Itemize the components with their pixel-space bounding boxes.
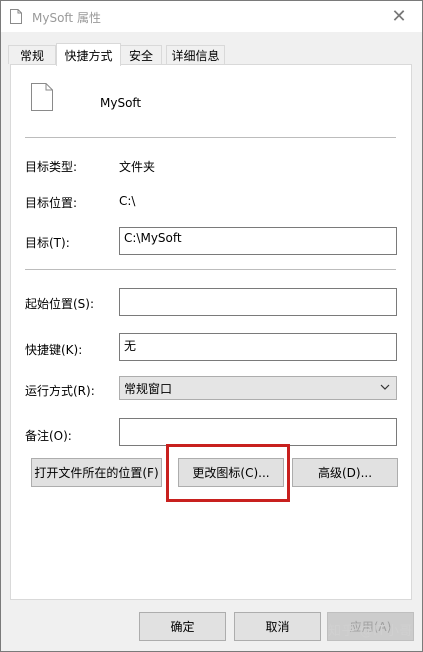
target-label: 目标(T): [25, 236, 70, 250]
target-field[interactable]: C:\MySoft [119, 227, 397, 255]
close-icon: ✕ [391, 6, 407, 27]
target-location-value: C:\ [119, 194, 136, 208]
change-icon-button[interactable]: 更改图标(C)... [178, 458, 284, 487]
run-select-value: 常规窗口 [124, 382, 173, 396]
button-label: 打开文件所在的位置(F) [34, 466, 159, 480]
file-icon [10, 9, 22, 24]
ok-button[interactable]: 确定 [139, 612, 226, 641]
tab-general[interactable]: 常规 [8, 45, 56, 64]
hotkey-field[interactable]: 无 [119, 333, 397, 361]
start-in-field[interactable] [119, 288, 397, 316]
shortcut-file-icon [31, 83, 53, 111]
watermark: 知乎 @IT小哥 [328, 624, 413, 639]
tab-shortcut[interactable]: 快捷方式 [56, 43, 121, 66]
advanced-button[interactable]: 高级(D)... [292, 458, 398, 487]
start-in-label: 起始位置(S): [25, 297, 95, 311]
tab-label: 详细信息 [171, 48, 220, 63]
open-file-location-button[interactable]: 打开文件所在的位置(F) [31, 458, 162, 487]
title-bar[interactable]: MySoft 属性 ✕ [1, 1, 422, 32]
button-label: 高级(D)... [317, 466, 373, 480]
comment-field[interactable] [119, 418, 397, 446]
close-button[interactable]: ✕ [376, 1, 422, 32]
chevron-down-icon [380, 381, 390, 391]
tab-label: 安全 [128, 48, 153, 63]
button-label: 确定 [170, 620, 195, 634]
button-label: 更改图标(C)... [192, 466, 270, 480]
properties-window: MySoft 属性 ✕ 常规 快捷方式 安全 详细信息 MySoft 目标类型:… [0, 0, 423, 652]
tab-bar: 常规 快捷方式 安全 详细信息 [8, 43, 422, 66]
run-select[interactable]: 常规窗口 [119, 376, 397, 400]
cancel-button[interactable]: 取消 [234, 612, 321, 641]
divider [25, 269, 396, 270]
tab-details[interactable]: 详细信息 [166, 45, 225, 64]
target-location-label: 目标位置: [25, 196, 78, 210]
tab-label: 常规 [19, 48, 44, 63]
divider [25, 137, 396, 138]
target-type-label: 目标类型: [25, 160, 78, 174]
tab-security[interactable]: 安全 [120, 45, 162, 64]
shortcut-name: MySoft [100, 96, 142, 110]
shortcut-panel: MySoft 目标类型: 文件夹 目标位置: C:\ 目标(T): C:\MyS… [10, 64, 412, 600]
comment-label: 备注(O): [25, 429, 72, 443]
tab-label: 快捷方式 [64, 48, 113, 63]
hotkey-label: 快捷键(K): [25, 343, 83, 357]
window-title: MySoft 属性 [32, 11, 101, 25]
run-label: 运行方式(R): [25, 384, 95, 398]
button-label: 取消 [265, 620, 290, 634]
target-type-value: 文件夹 [119, 160, 156, 174]
